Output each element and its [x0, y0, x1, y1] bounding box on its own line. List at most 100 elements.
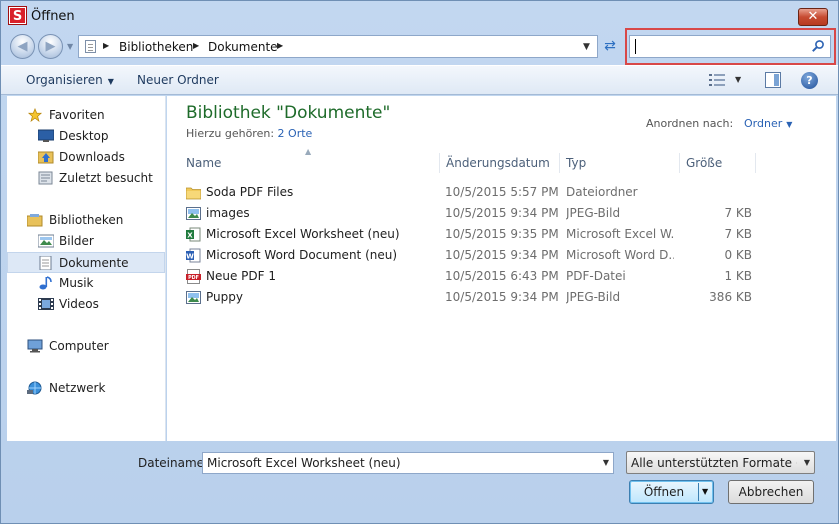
sidebar-item-libraries[interactable]: Bibliotheken	[7, 210, 165, 231]
sidebar-item-music[interactable]: Musik	[7, 273, 165, 294]
file-date: 10/5/2015 9:35 PM	[445, 227, 559, 241]
locations-link[interactable]: 2 Orte	[278, 127, 313, 140]
sidebar-item-label: Favoriten	[49, 108, 105, 122]
sidebar-item-label: Computer	[49, 339, 109, 353]
sidebar-item-recent[interactable]: Zuletzt besucht	[7, 168, 165, 189]
library-page-icon	[85, 40, 96, 53]
sidebar-item-label: Dokumente	[59, 256, 129, 270]
image-icon	[186, 291, 201, 304]
history-dropdown-icon[interactable]: ▼	[67, 42, 73, 51]
cancel-button[interactable]: Abbrechen	[728, 480, 814, 504]
file-row[interactable]: PDF Neue PDF 1 10/5/2015 6:43 PM PDF-Dat…	[179, 266, 759, 287]
file-size: 0 KB	[724, 248, 752, 262]
breadcrumb-dokumente[interactable]: Dokumente	[208, 40, 278, 54]
file-type-filter-value: Alle unterstützten Formate (*.pdf	[631, 456, 797, 470]
refresh-icon[interactable]: ⇄	[599, 36, 621, 58]
search-icon[interactable]	[811, 39, 825, 53]
sidebar-item-desktop[interactable]: Desktop	[7, 126, 165, 147]
chevron-down-icon[interactable]: ▼	[603, 458, 609, 467]
back-button[interactable]: ◀	[10, 34, 35, 59]
sidebar-item-pictures[interactable]: Bilder	[7, 231, 165, 252]
column-header-type[interactable]: Typ	[566, 151, 586, 175]
file-name: Neue PDF 1	[206, 269, 276, 283]
organize-button[interactable]: Organisieren ▼	[26, 73, 114, 87]
sidebar-item-label: Downloads	[59, 150, 125, 164]
navigation-pane: Favoriten Desktop Downloads Zuletzt besu…	[7, 96, 166, 441]
view-dropdown-icon[interactable]: ▼	[735, 75, 741, 84]
breadcrumb-arrow-icon[interactable]: ▶	[193, 41, 199, 50]
network-icon	[27, 381, 42, 395]
view-options-icon[interactable]	[709, 74, 725, 86]
breadcrumb-arrow-icon[interactable]: ▶	[103, 41, 109, 50]
file-row[interactable]: Soda PDF Files 10/5/2015 5:57 PM Dateior…	[179, 182, 759, 203]
file-row[interactable]: images 10/5/2015 9:34 PM JPEG-Bild 7 KB	[179, 203, 759, 224]
file-list-pane: Bibliothek "Dokumente" Hierzu gehören: 2…	[167, 96, 836, 441]
breadcrumb-arrow-icon[interactable]: ▶	[277, 41, 283, 50]
file-name: Soda PDF Files	[206, 185, 294, 199]
new-folder-button[interactable]: Neuer Ordner	[137, 73, 219, 87]
music-icon	[39, 276, 52, 290]
pdf-icon: PDF	[186, 269, 201, 284]
arrange-by-label: Anordnen nach:	[646, 117, 734, 130]
excel-icon: X	[186, 227, 201, 242]
column-divider[interactable]	[439, 153, 440, 173]
file-type: JPEG-Bild	[566, 206, 621, 220]
search-input[interactable]	[633, 38, 803, 55]
open-button[interactable]: Öffnen ▼	[629, 480, 714, 504]
filename-input[interactable]: Microsoft Excel Worksheet (neu)	[207, 456, 401, 470]
sidebar-item-network[interactable]: Netzwerk	[7, 378, 165, 399]
filename-combobox[interactable]: Microsoft Excel Worksheet (neu) ▼	[202, 452, 614, 474]
file-name: Microsoft Excel Worksheet (neu)	[206, 227, 400, 241]
file-row[interactable]: Puppy 10/5/2015 9:34 PM JPEG-Bild 386 KB	[179, 287, 759, 308]
file-type-filter[interactable]: Alle unterstützten Formate (*.pdf ▼	[626, 451, 815, 474]
file-date: 10/5/2015 9:34 PM	[445, 290, 559, 304]
open-options-dropdown-icon[interactable]: ▼	[702, 487, 708, 496]
file-size: 7 KB	[724, 227, 752, 241]
sidebar-item-videos[interactable]: Videos	[7, 294, 165, 315]
help-icon[interactable]: ?	[801, 72, 818, 89]
search-box[interactable]	[629, 35, 831, 58]
address-bar[interactable]: ▶ Bibliotheken ▶ Dokumente ▶ ▼	[78, 35, 598, 58]
sidebar-item-downloads[interactable]: Downloads	[7, 147, 165, 168]
sidebar-item-label: Bilder	[59, 234, 94, 248]
sidebar-item-label: Videos	[59, 297, 99, 311]
file-row[interactable]: X Microsoft Excel Worksheet (neu) 10/5/2…	[179, 224, 759, 245]
computer-icon	[27, 339, 43, 353]
sidebar-item-documents[interactable]: Dokumente	[7, 252, 165, 273]
file-row[interactable]: W Microsoft Word Document (neu) 10/5/201…	[179, 245, 759, 266]
desktop-icon	[38, 129, 54, 142]
sidebar-item-computer[interactable]: Computer	[7, 336, 165, 357]
preview-pane-icon[interactable]	[765, 72, 781, 88]
title-bar: S Öffnen ✕	[1, 1, 838, 31]
sidebar-item-label: Musik	[59, 276, 94, 290]
library-subtitle: Hierzu gehören: 2 Orte	[186, 127, 312, 140]
sidebar-item-label: Zuletzt besucht	[59, 171, 153, 185]
file-name: Microsoft Word Document (neu)	[206, 248, 398, 262]
svg-text:X: X	[187, 232, 193, 240]
column-divider[interactable]	[559, 153, 560, 173]
close-button[interactable]: ✕	[798, 8, 828, 26]
breadcrumb-bibliotheken[interactable]: Bibliotheken	[119, 40, 193, 54]
text-caret	[635, 39, 636, 54]
column-header-name[interactable]: Name	[186, 151, 221, 175]
library-title: Bibliothek "Dokumente"	[186, 103, 391, 123]
file-type: PDF-Datei	[566, 269, 626, 283]
file-name: images	[206, 206, 250, 220]
column-header-date[interactable]: Änderungsdatum	[446, 151, 550, 175]
file-date: 10/5/2015 9:34 PM	[445, 206, 559, 220]
file-date: 10/5/2015 6:43 PM	[445, 269, 559, 283]
address-dropdown-icon[interactable]: ▼	[583, 42, 590, 52]
file-type: JPEG-Bild	[566, 290, 621, 304]
forward-button[interactable]: ▶	[38, 34, 63, 59]
star-icon	[27, 108, 43, 122]
svg-text:PDF: PDF	[188, 275, 199, 281]
file-type: Microsoft Word D...	[566, 248, 674, 262]
chevron-down-icon[interactable]: ▼	[804, 458, 810, 467]
column-divider[interactable]	[755, 153, 756, 173]
sidebar-item-favorites[interactable]: Favoriten	[7, 105, 165, 126]
split-divider	[698, 483, 699, 501]
column-header-size[interactable]: Größe	[686, 151, 722, 175]
column-divider[interactable]	[679, 153, 680, 173]
filename-label: Dateiname:	[138, 456, 209, 470]
arrange-by-dropdown[interactable]: Ordner ▼	[744, 117, 792, 130]
